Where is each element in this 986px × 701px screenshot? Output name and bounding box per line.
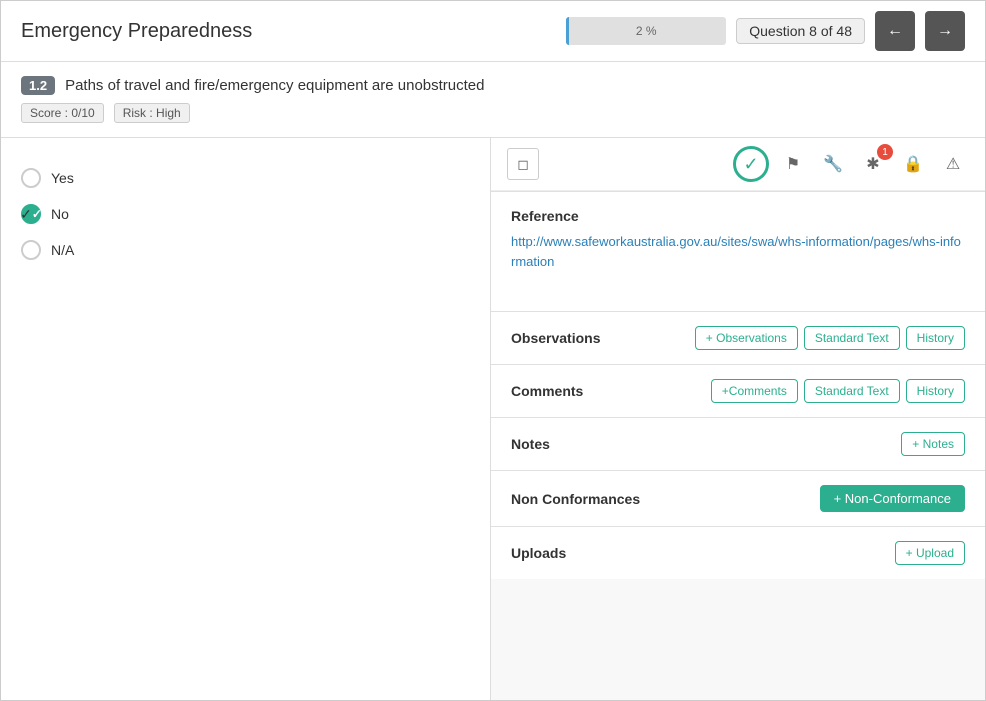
reference-label: Reference [511, 208, 965, 224]
check-action-icon[interactable]: ✓ [733, 146, 769, 182]
question-number: 1.2 [21, 76, 55, 95]
action-icons: ✓ ⚑ 🔧 ✱ 1 🔒 ⚠ [733, 146, 969, 182]
comments-label: Comments [511, 383, 583, 399]
app-title: Emergency Preparedness [21, 20, 252, 43]
reference-section: Reference http://www.safeworkaustralia.g… [491, 191, 985, 311]
non-conformances-row: Non Conformances + Non-Conformance [491, 470, 985, 526]
comments-buttons: +Comments Standard Text History [711, 379, 965, 403]
notes-buttons: + Notes [901, 432, 965, 456]
observations-label: Observations [511, 330, 600, 346]
observations-standard-text-button[interactable]: Standard Text [804, 326, 900, 350]
prev-button[interactable]: ← [875, 11, 915, 51]
question-text: Paths of travel and fire/emergency equip… [65, 77, 484, 94]
risk-badge: Risk : High [114, 103, 190, 123]
answer-na[interactable]: N/A [21, 240, 470, 260]
add-comments-button[interactable]: +Comments [711, 379, 798, 403]
non-conformances-label: Non Conformances [511, 491, 640, 507]
add-upload-button[interactable]: + Upload [895, 541, 965, 565]
question-header: 1.2 Paths of travel and fire/emergency e… [21, 76, 965, 95]
next-arrow-icon: → [937, 22, 953, 40]
radio-yes[interactable] [21, 168, 41, 188]
comments-row: Comments +Comments Standard Text History [491, 364, 985, 417]
collapse-icon: ◻ [517, 156, 529, 173]
header: Emergency Preparedness 2 % Question 8 of… [1, 1, 985, 62]
header-right: 2 % Question 8 of 48 ← → [566, 11, 965, 51]
lock-icon[interactable]: 🔒 [897, 148, 929, 180]
warning-icon[interactable]: ⚠ [937, 148, 969, 180]
uploads-buttons: + Upload [895, 541, 965, 565]
left-panel: Yes ✓ No N/A [1, 138, 491, 700]
comments-history-button[interactable]: History [906, 379, 965, 403]
notes-row: Notes + Notes [491, 417, 985, 470]
collapse-area: ◻ [507, 148, 539, 180]
add-notes-button[interactable]: + Notes [901, 432, 965, 456]
progress-label: 2 % [636, 24, 657, 38]
reference-link[interactable]: http://www.safeworkaustralia.gov.au/site… [511, 234, 961, 269]
radio-no[interactable]: ✓ [21, 204, 41, 224]
comments-standard-text-button[interactable]: Standard Text [804, 379, 900, 403]
collapse-button[interactable]: ◻ [507, 148, 539, 180]
non-conformances-buttons: + Non-Conformance [820, 485, 965, 512]
question-section: 1.2 Paths of travel and fire/emergency e… [1, 62, 985, 138]
app-container: Emergency Preparedness 2 % Question 8 of… [0, 0, 986, 701]
observations-buttons: + Observations Standard Text History [695, 326, 965, 350]
progress-bar: 2 % [566, 17, 726, 45]
progress-fill [566, 17, 569, 45]
observations-history-button[interactable]: History [906, 326, 965, 350]
flag-icon[interactable]: ⚑ [777, 148, 809, 180]
add-observations-button[interactable]: + Observations [695, 326, 798, 350]
prev-arrow-icon: ← [887, 22, 903, 40]
right-panel: ◻ ✓ ⚑ 🔧 ✱ 1 🔒 ⚠ Reference [491, 138, 985, 700]
check-icon: ✓ [20, 206, 32, 223]
asterisk-icon[interactable]: ✱ 1 [857, 148, 889, 180]
radio-na[interactable] [21, 240, 41, 260]
notes-label: Notes [511, 436, 550, 452]
score-badge: Score : 0/10 [21, 103, 104, 123]
answer-yes[interactable]: Yes [21, 168, 470, 188]
answer-yes-label: Yes [51, 170, 74, 186]
notification-badge: 1 [877, 144, 893, 160]
answer-na-label: N/A [51, 242, 74, 258]
observations-row: Observations + Observations Standard Tex… [491, 311, 985, 364]
main-content: Yes ✓ No N/A ◻ [1, 138, 985, 700]
question-badge: Question 8 of 48 [736, 18, 865, 44]
question-meta: Score : 0/10 Risk : High [21, 103, 965, 123]
answer-no[interactable]: ✓ No [21, 204, 470, 224]
uploads-row: Uploads + Upload [491, 526, 985, 579]
answer-no-label: No [51, 206, 69, 222]
add-non-conformance-button[interactable]: + Non-Conformance [820, 485, 965, 512]
next-button[interactable]: → [925, 11, 965, 51]
uploads-label: Uploads [511, 545, 566, 561]
answer-options: Yes ✓ No N/A [21, 168, 470, 260]
wrench-icon[interactable]: 🔧 [817, 148, 849, 180]
